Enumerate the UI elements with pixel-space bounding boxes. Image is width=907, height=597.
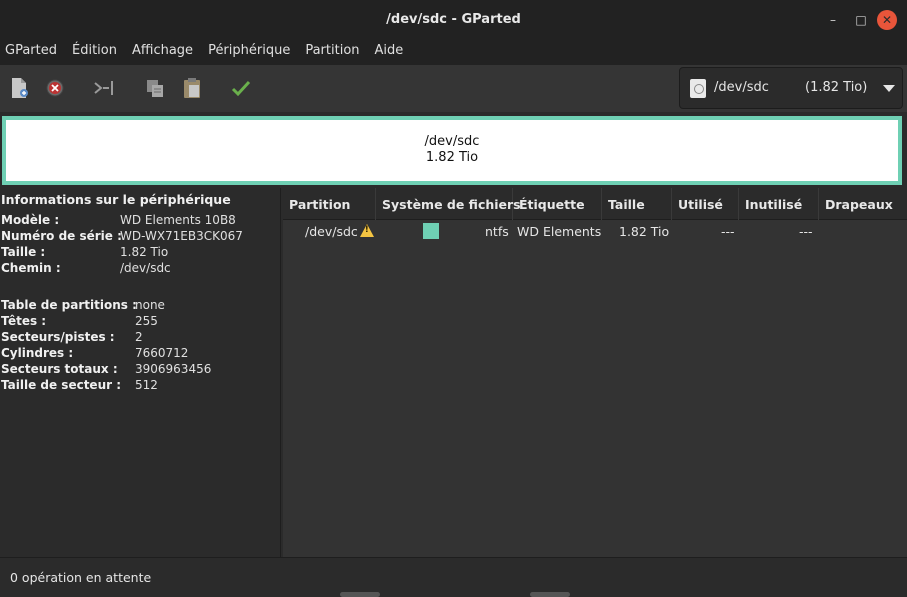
chevron-down-icon [883,85,895,92]
resize-grip [530,592,570,597]
paste-icon[interactable] [179,75,205,101]
info-value: 7660712 [135,346,189,360]
apply-icon[interactable] [228,75,254,101]
info-value: 1.82 Tio [120,245,169,259]
info-key: Chemin : [1,261,61,275]
info-key: Table de partitions : [1,298,137,312]
menu-aide[interactable]: Aide [370,40,412,65]
column-flags[interactable]: Drapeaux [819,188,907,220]
window-title: /dev/sdc - GParted [386,12,521,27]
column-unused[interactable]: Inutilisé [739,188,819,220]
disk-partition-map[interactable]: /dev/sdc 1.82 Tio [2,116,902,185]
status-bar: 0 opération en attente [0,557,907,597]
device-info-heading: Informations sur le périphérique [1,192,231,207]
column-size[interactable]: Taille [602,188,672,220]
partition-block-size: 1.82 Tio [425,150,479,165]
copy-icon[interactable] [142,75,168,101]
info-value: 2 [135,330,143,344]
maximize-button[interactable]: □ [851,10,871,30]
column-partition[interactable]: Partition [283,188,376,220]
title-bar: /dev/sdc - GParted – □ ✕ [0,0,907,40]
partition-name: /dev/sdc [305,224,358,239]
info-value: 512 [135,378,158,392]
filesystem-color-swatch [423,223,439,239]
resize-grip [340,592,380,597]
gparted-window: /dev/sdc - GParted – □ ✕ GParted Édition… [0,0,907,597]
cell-filesystem: ntfs [485,224,509,239]
info-value: none [135,298,165,312]
info-key: Numéro de série : [1,229,122,243]
column-used[interactable]: Utilisé [672,188,739,220]
new-partition-icon[interactable] [6,75,32,101]
delete-icon[interactable] [42,75,68,101]
info-value: 3906963456 [135,362,212,376]
info-key: Secteurs totaux : [1,362,118,376]
menu-peripherique[interactable]: Périphérique [203,40,298,65]
info-value: 255 [135,314,158,328]
cell-unused: --- [799,224,813,239]
cell-partition: /dev/sdc [305,224,374,239]
device-size: (1.82 Tio) [805,80,868,95]
menu-affichage[interactable]: Affichage [127,40,201,65]
partition-block[interactable]: /dev/sdc 1.82 Tio [6,120,898,181]
minimize-button[interactable]: – [823,10,843,30]
partition-block-name: /dev/sdc [424,134,480,149]
info-value: WD-WX71EB3CK067 [120,229,243,243]
close-button[interactable]: ✕ [877,10,897,30]
table-header: Partition Système de fichiers Étiquette … [283,188,907,220]
disk-icon [690,79,706,98]
info-key: Cylindres : [1,346,74,360]
column-filesystem[interactable]: Système de fichiers [376,188,521,220]
info-value: /dev/sdc [120,261,171,275]
column-label[interactable]: Étiquette [513,188,602,220]
menu-gparted[interactable]: GParted [0,40,65,65]
info-key: Taille : [1,245,46,259]
info-value: WD Elements 10B8 [120,213,236,227]
cell-label: WD Elements [517,224,602,239]
cell-used: --- [721,224,735,239]
info-key: Taille de secteur : [1,378,122,392]
partition-table: Partition Système de fichiers Étiquette … [283,188,907,557]
info-key: Têtes : [1,314,47,328]
info-key: Modèle : [1,213,60,227]
device-name: /dev/sdc [714,80,769,95]
device-info-panel: Informations sur le périphérique Modèle … [0,188,281,557]
cell-size: 1.82 Tio [619,224,670,239]
info-key: Secteurs/pistes : [1,330,115,344]
device-selector[interactable]: /dev/sdc (1.82 Tio) [679,67,903,109]
pending-operations-text: 0 opération en attente [10,570,152,585]
menu-bar: GParted Édition Affichage Périphérique P… [0,40,907,65]
warning-icon [359,224,374,237]
menu-partition[interactable]: Partition [300,40,367,65]
menu-edition[interactable]: Édition [67,40,125,65]
resize-move-icon[interactable] [91,75,117,101]
